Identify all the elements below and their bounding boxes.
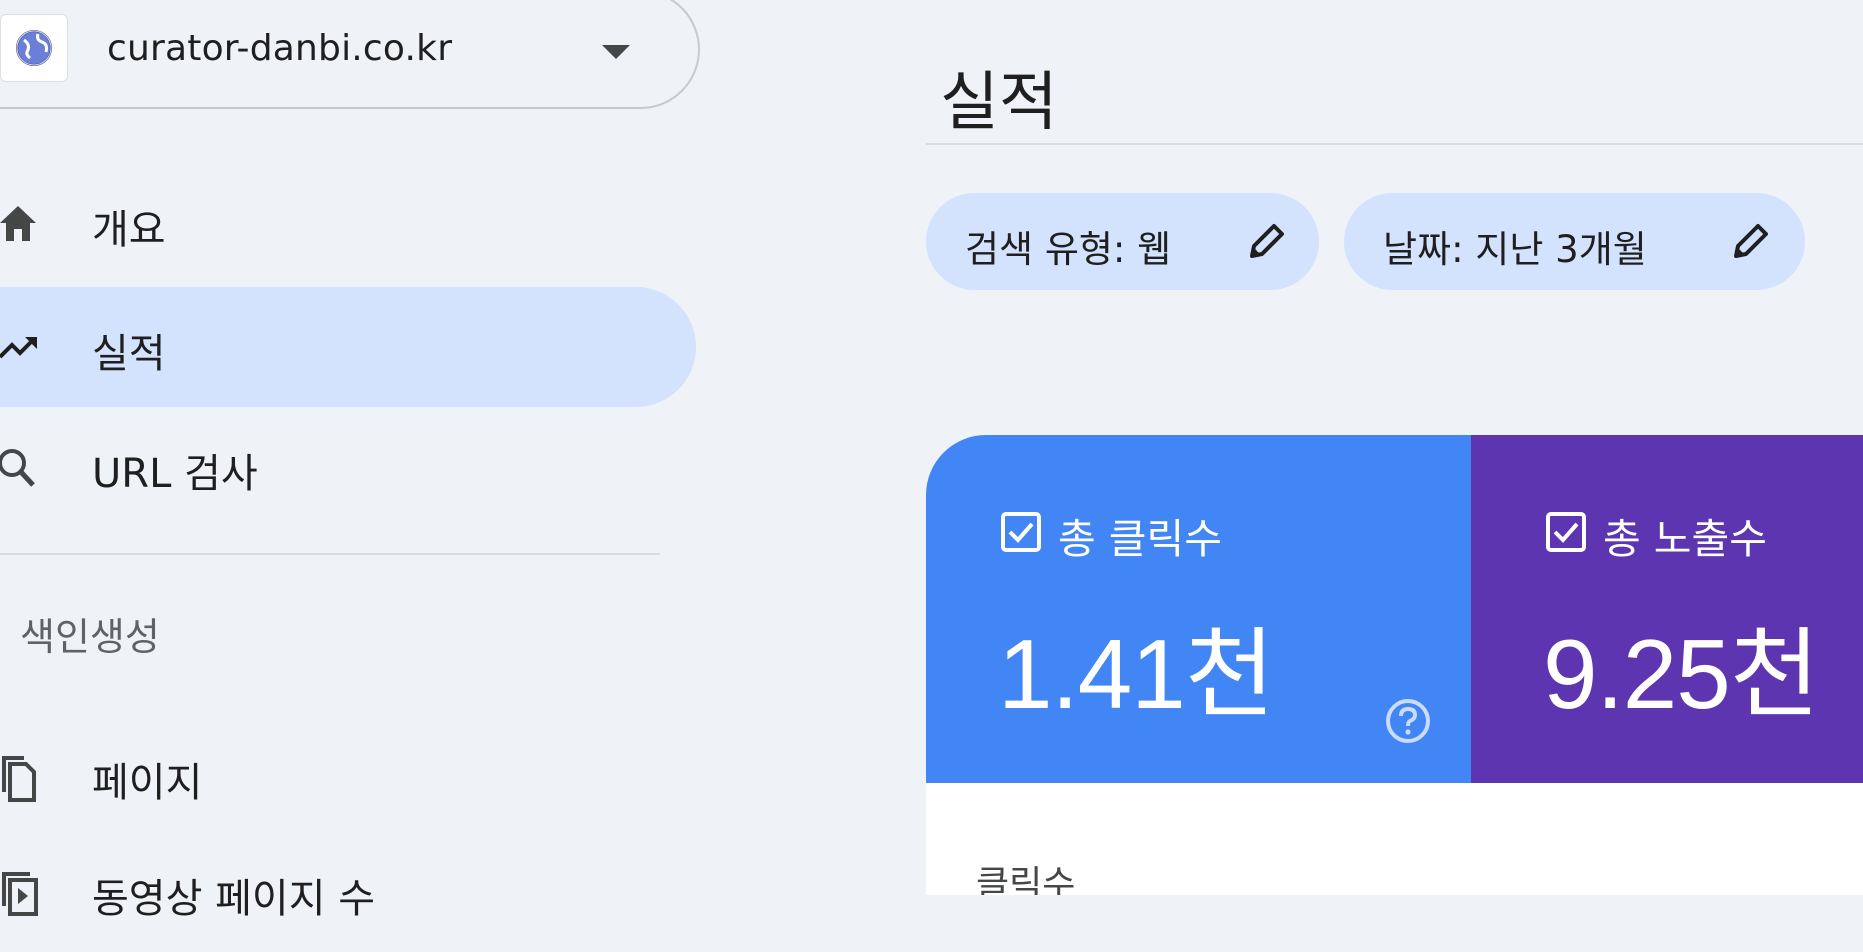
pages-icon: [2, 756, 36, 802]
chart-axis-label: 클릭수: [976, 864, 1076, 895]
metric-label: 총 클릭수: [1058, 515, 1222, 563]
sidebar-item-overview[interactable]: 개요: [0, 163, 696, 283]
help-icon[interactable]: [1384, 697, 1432, 745]
metric-value: 1.41천: [998, 619, 1275, 729]
caret-down-icon[interactable]: [600, 43, 632, 61]
sidebar-item-url-inspection[interactable]: URL 검사: [0, 407, 696, 527]
site-favicon: [0, 14, 68, 82]
globe-icon: [16, 30, 52, 66]
sidebar-item-performance[interactable]: 실적: [0, 287, 696, 407]
section-header-indexing: 색인생성: [20, 615, 160, 659]
property-name[interactable]: curator-danbi.co.kr: [107, 28, 452, 69]
checkbox-checked-icon[interactable]: [1001, 512, 1041, 552]
header-divider: [926, 143, 1863, 145]
sidebar-divider: [0, 553, 660, 555]
search-icon: [0, 449, 35, 487]
sidebar-item-pages[interactable]: 페이지: [0, 716, 696, 836]
sidebar-item-label: 동영상 페이지 수: [92, 876, 376, 922]
performance-card: 총 클릭수 1.41천 총 노출수 9.25천 클릭수: [926, 435, 1863, 895]
checkbox-checked-icon[interactable]: [1546, 512, 1586, 552]
sidebar-item-label: 페이지: [92, 760, 203, 806]
metric-label: 총 노출수: [1603, 515, 1767, 563]
filter-chip-search-type[interactable]: 검색 유형: 웹: [926, 193, 1319, 290]
home-icon: [0, 206, 36, 241]
metric-card-total-impressions[interactable]: 총 노출수 9.25천: [1471, 435, 1863, 783]
pencil-icon: [1734, 224, 1768, 258]
page-title: 실적: [940, 65, 1058, 140]
pencil-icon: [1250, 224, 1284, 258]
sidebar-item-label: 개요: [92, 207, 166, 253]
sidebar-item-video-pages[interactable]: 동영상 페이지 수: [0, 832, 696, 952]
video-pages-icon: [2, 872, 38, 916]
trending-up-icon: [0, 337, 37, 359]
metric-value: 9.25천: [1543, 619, 1820, 729]
filter-chip-date[interactable]: 날짜: 지난 3개월: [1344, 193, 1805, 290]
sidebar-item-label: 실적: [92, 331, 166, 377]
sidebar-item-label: URL 검사: [92, 451, 258, 497]
metric-card-total-clicks[interactable]: 총 클릭수 1.41천: [926, 435, 1471, 783]
filter-chip-label: 검색 유형: 웹: [965, 228, 1172, 271]
filter-chip-label: 날짜: 지난 3개월: [1383, 228, 1647, 271]
